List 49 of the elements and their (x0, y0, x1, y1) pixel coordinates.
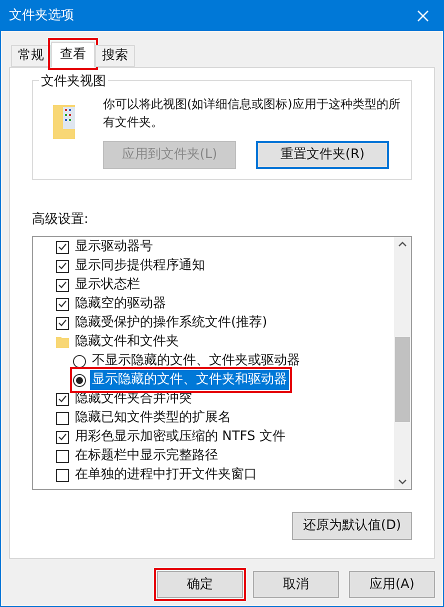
option-label: 隐藏文件和文件夹 (75, 333, 179, 352)
option-label: 隐藏空的驱动器 (75, 295, 166, 314)
checkbox[interactable] (56, 392, 69, 406)
scroll-thumb[interactable] (395, 336, 410, 422)
tab[interactable]: 查看 (51, 42, 95, 68)
dialog-button[interactable]: 应用(A) (349, 571, 435, 598)
checkbox[interactable] (56, 430, 69, 444)
tab[interactable]: 常规 (11, 45, 51, 67)
dialog-button[interactable]: 确定 (157, 571, 243, 598)
checkbox[interactable] (56, 298, 69, 310)
check-icon (58, 281, 67, 289)
folder-icon (56, 336, 69, 348)
scrollbar[interactable] (394, 236, 411, 488)
restore-defaults-button[interactable]: 还原为默认值(D) (292, 512, 412, 540)
checkbox[interactable] (56, 450, 69, 462)
check-icon (58, 319, 67, 327)
option-label: 显示隐藏的文件、文件夹和驱动器 (90, 370, 289, 390)
scroll-up-icon[interactable] (398, 240, 407, 246)
checkbox[interactable] (56, 260, 69, 272)
checkbox[interactable] (56, 412, 69, 424)
option-label: 在标题栏中显示完整路径 (75, 447, 218, 466)
option-label: 不显示隐藏的文件、文件夹或驱动器 (91, 352, 301, 370)
radio-button[interactable] (73, 354, 86, 368)
tab[interactable]: 搜索 (95, 45, 135, 67)
option-label: 隐藏已知文件类型的扩展名 (75, 409, 231, 428)
checkbox[interactable] (56, 468, 69, 482)
window-title: 文件夹选项 (9, 7, 74, 26)
scroll-down-icon[interactable] (398, 478, 407, 484)
option-label: 显示同步提供程序通知 (75, 257, 205, 276)
checkbox[interactable] (56, 278, 69, 292)
option-label: 显示驱动器号 (75, 238, 153, 256)
option-label: 在单独的进程中打开文件夹窗口 (75, 466, 257, 484)
option-label: 用彩色显示加密或压缩的 NTFS 文件 (75, 428, 286, 446)
description: 你可以将此视图(如详细信息或图标)应用于这种类型的所有文件夹。 (103, 96, 402, 131)
check-icon (58, 395, 67, 403)
folder-icon (53, 103, 77, 139)
checkbox[interactable] (56, 240, 69, 254)
close-icon[interactable] (417, 10, 429, 22)
check-icon (58, 433, 67, 441)
action-button[interactable]: 重置文件夹(R) (256, 141, 389, 169)
option-label: 显示状态栏 (75, 276, 140, 294)
option-label: 隐藏受保护的操作系统文件(推荐) (75, 314, 268, 332)
check-icon (58, 262, 67, 270)
radio-button[interactable] (73, 374, 86, 386)
check-icon (58, 243, 67, 251)
checkbox[interactable] (56, 316, 69, 330)
section-label: 高级设置: (32, 211, 90, 229)
check-icon (58, 300, 67, 308)
dialog-button[interactable]: 取消 (253, 571, 339, 598)
